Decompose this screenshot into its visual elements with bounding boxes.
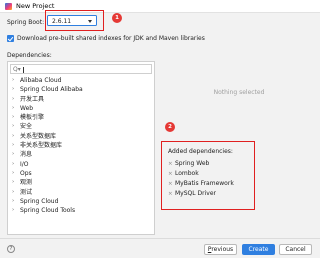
tree-item-label: 开发工具: [20, 95, 45, 103]
tree-item[interactable]: › Spring Cloud: [8, 197, 154, 206]
chevron-right-icon[interactable]: ›: [12, 197, 14, 206]
dependencies-tree-pane: Q▾ › Alibaba Cloud › Spring Cloud Alibaba › 开…: [7, 61, 155, 235]
chevron-right-icon[interactable]: ›: [12, 178, 14, 187]
tree-item[interactable]: › Spring Cloud Tools: [8, 206, 154, 215]
tree-item[interactable]: › 模板引擎: [8, 113, 154, 122]
annotation-number-2: 2: [165, 122, 175, 132]
tree-item[interactable]: › 安全: [8, 122, 154, 131]
chevron-right-icon[interactable]: ›: [12, 141, 14, 150]
tree-item-label: Spring Cloud: [20, 197, 59, 205]
text-caret: [23, 66, 24, 73]
previous-label-rest: revious: [211, 246, 234, 253]
tree-item[interactable]: › 开发工具: [8, 95, 154, 104]
search-icon: Q▾: [13, 66, 21, 73]
download-indexes-checkbox[interactable]: [7, 35, 14, 42]
added-dependency-item: × Spring Web: [168, 159, 308, 169]
chevron-right-icon[interactable]: ›: [12, 206, 14, 215]
intellij-logo-icon: [5, 3, 12, 10]
tree-item-label: 非关系型数据库: [20, 142, 63, 150]
previous-button[interactable]: Previous: [204, 244, 237, 255]
tree-item[interactable]: › 测试: [8, 188, 154, 197]
tree-item[interactable]: › Alibaba Cloud: [8, 76, 154, 85]
chevron-right-icon[interactable]: ›: [12, 95, 14, 104]
download-indexes-label: Download pre-built shared indexes for JD…: [17, 35, 205, 42]
help-icon[interactable]: ?: [7, 245, 15, 253]
tree-item[interactable]: › 关系型数据库: [8, 132, 154, 141]
remove-icon[interactable]: ×: [168, 159, 173, 169]
added-dependency-label: MyBatis Framework: [175, 180, 234, 187]
nothing-selected-text: Nothing selected: [213, 89, 265, 96]
chevron-right-icon[interactable]: ›: [12, 132, 14, 141]
added-dependency-item: × MyBatis Framework: [168, 179, 308, 189]
spring-boot-label: Spring Boot:: [7, 19, 45, 26]
chevron-right-icon[interactable]: ›: [12, 113, 14, 122]
tree-item-label: 消息: [20, 151, 33, 159]
remove-icon[interactable]: ×: [168, 189, 173, 199]
tree-item-label: Ops: [20, 169, 32, 177]
added-dependency-item: × Lombok: [168, 169, 308, 179]
tree-item[interactable]: › 观测: [8, 178, 154, 187]
tree-item[interactable]: › Ops: [8, 169, 154, 178]
annotation-number-1: 1: [112, 13, 122, 23]
create-button[interactable]: Create: [242, 244, 275, 255]
tree-item-label: Spring Cloud Tools: [20, 207, 76, 215]
tree-item-label: Spring Cloud Alibaba: [20, 86, 83, 94]
chevron-right-icon[interactable]: ›: [12, 150, 14, 159]
tree-item[interactable]: › I/O: [8, 160, 154, 169]
category-tree: › Alibaba Cloud › Spring Cloud Alibaba › 开发工具…: [8, 76, 154, 215]
tree-item-label: 观测: [20, 179, 33, 187]
cancel-button[interactable]: Cancel: [279, 244, 312, 255]
tree-item[interactable]: › Web: [8, 104, 154, 113]
dependencies-label: Dependencies:: [7, 52, 52, 59]
dependency-detail-panel: Nothing selected: [165, 61, 313, 131]
remove-icon[interactable]: ×: [168, 169, 173, 179]
tree-item-label: 关系型数据库: [20, 132, 57, 140]
dependency-search-input[interactable]: Q▾: [10, 64, 152, 74]
tree-item-label: Alibaba Cloud: [20, 77, 62, 84]
dialog-footer: ? Previous Create Cancel: [0, 238, 320, 258]
chevron-right-icon[interactable]: ›: [12, 160, 14, 169]
added-dependency-label: Lombok: [175, 170, 199, 177]
chevron-right-icon[interactable]: ›: [12, 188, 14, 197]
added-dependency-item: × MySQL Driver: [168, 189, 308, 199]
annotation-box-1: [45, 10, 104, 31]
tree-item[interactable]: › 非关系型数据库: [8, 141, 154, 150]
added-dependencies-label: Added dependencies:: [168, 148, 233, 155]
tree-item[interactable]: › 消息: [8, 150, 154, 159]
tree-item-label: 测试: [20, 188, 33, 196]
added-dependencies-list: × Spring Web × Lombok × MyBatis Framework × MyS…: [168, 159, 308, 199]
tree-item[interactable]: › Spring Cloud Alibaba: [8, 85, 154, 94]
chevron-right-icon[interactable]: ›: [12, 122, 14, 131]
chevron-right-icon[interactable]: ›: [12, 104, 14, 113]
chevron-right-icon[interactable]: ›: [12, 169, 14, 178]
tree-item-label: 安全: [20, 123, 33, 131]
tree-item-label: 模板引擎: [20, 114, 45, 122]
added-dependency-label: MySQL Driver: [175, 190, 216, 197]
added-dependency-label: Spring Web: [175, 160, 210, 167]
tree-item-label: Web: [20, 104, 34, 112]
remove-icon[interactable]: ×: [168, 179, 173, 189]
tree-item-label: I/O: [20, 160, 29, 168]
chevron-right-icon[interactable]: ›: [12, 76, 14, 85]
window-title: New Project: [16, 2, 55, 10]
chevron-right-icon[interactable]: ›: [12, 85, 14, 94]
